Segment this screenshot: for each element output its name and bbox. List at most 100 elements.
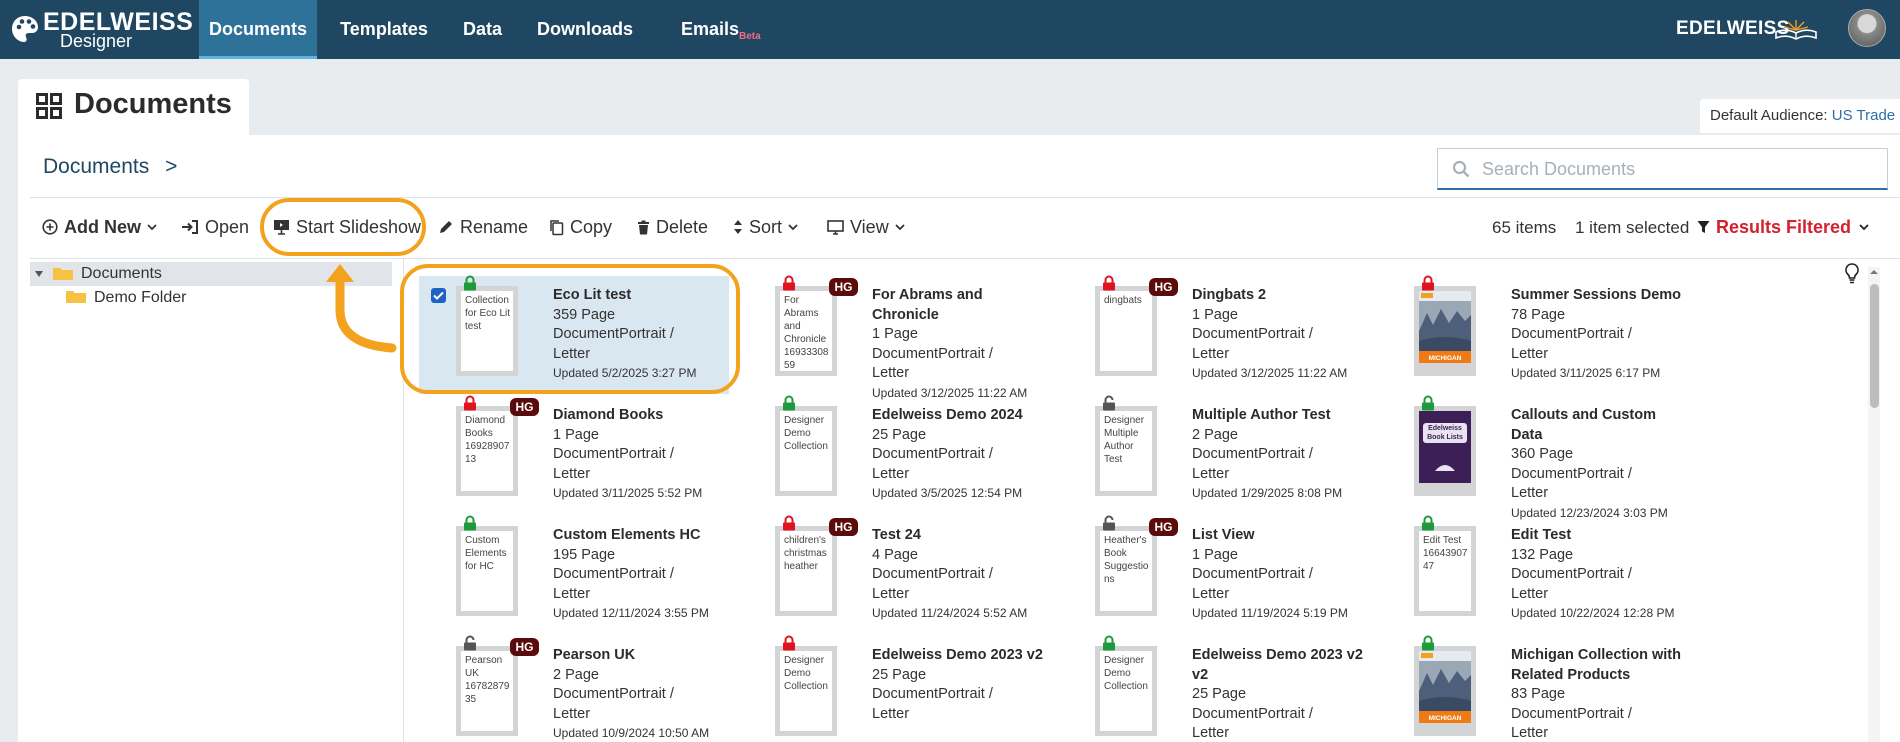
tree-item-demo-folder[interactable]: Demo Folder (30, 286, 330, 310)
lightbulb-icon[interactable] (1842, 262, 1862, 284)
document-size: Letter (1192, 585, 1230, 602)
document-card[interactable]: Custom Elements for HC Custom Elements HC… (419, 515, 729, 634)
document-title[interactable]: Custom Elements HC (553, 526, 733, 546)
user-avatar[interactable] (1848, 9, 1886, 47)
lock-icon (1422, 635, 1434, 651)
document-card[interactable]: Pearson UK 1678287935 HG Pearson UK 2 Page D… (419, 635, 729, 742)
document-thumbnail[interactable]: Custom Elements for HC (456, 526, 518, 616)
document-card[interactable]: Edelweiss Book Lists Callouts and Custom … (1377, 395, 1687, 520)
document-title[interactable]: Test 24 (872, 526, 1052, 546)
document-title[interactable]: List View (1192, 526, 1372, 546)
scroll-up-icon[interactable] (1868, 267, 1880, 277)
lock-icon (464, 395, 476, 411)
document-thumbnail[interactable]: dingbats (1095, 286, 1157, 376)
document-thumbnail[interactable]: Heather's Book Suggestions (1095, 526, 1157, 616)
copy-button[interactable]: Copy (548, 216, 612, 240)
document-thumbnail[interactable]: Edelweiss Book Lists (1414, 406, 1476, 496)
results-filtered-button[interactable]: Results Filtered (1697, 216, 1869, 238)
audience-label: Default Audience: (1710, 107, 1828, 124)
breadcrumb-item-documents[interactable]: Documents (43, 155, 149, 178)
nav-tab-label: Documents (208, 19, 307, 39)
document-card[interactable]: Heather's Book Suggestions HG List View 1 P… (1058, 515, 1368, 634)
document-title[interactable]: Pearson UK (553, 646, 733, 666)
document-thumbnail[interactable]: Designer Multiple Author Test (1095, 406, 1157, 496)
document-card[interactable]: Designer Demo Collection Edelweiss Demo 2… (738, 395, 1048, 514)
add-new-button[interactable]: Add New (42, 216, 157, 240)
document-card[interactable]: Designer Demo Collection Edelweiss Demo 2… (1058, 635, 1368, 742)
audience-link[interactable]: US Trade (1832, 107, 1895, 124)
thumbnail-preview-text: Designer Multiple Author Test (1100, 411, 1152, 491)
document-size: Letter (1192, 345, 1230, 362)
document-card[interactable]: Edit Test 1664390747 Edit Test 132 Page Doc… (1377, 515, 1687, 634)
document-size: Letter (553, 705, 591, 722)
document-info: For Abrams and Chronicle 1 Page DocumentPo… (872, 286, 1052, 404)
document-title[interactable]: Dingbats 2 (1192, 286, 1372, 306)
document-info: Michigan Collection with Related Product… (1511, 646, 1691, 742)
document-title[interactable]: Summer Sessions Demo (1511, 286, 1691, 306)
document-card[interactable]: Diamond Books 1692890713 HG Diamond Books 1… (419, 395, 729, 514)
document-thumbnail[interactable]: Designer Demo Collection (775, 406, 837, 496)
document-thumbnail[interactable]: Edit Test 1664390747 (1414, 526, 1476, 616)
highlight-selected-document (400, 264, 740, 394)
document-title[interactable]: Edelweiss Demo 2023 v2 v2 (1192, 646, 1372, 685)
document-title[interactable]: Edelweiss Demo 2023 v2 (872, 646, 1052, 666)
nav-tab-label-wrap: Emails Beta (681, 19, 761, 42)
document-card[interactable]: children's christmas heather HG Test 24 4 P… (738, 515, 1048, 634)
document-pages: 4 Page (872, 546, 918, 563)
copy-label: Copy (570, 216, 613, 237)
nav-tab-downloads[interactable]: Downloads (530, 0, 640, 59)
document-title[interactable]: Multiple Author Test (1192, 406, 1372, 426)
scrollbar-thumb[interactable] (1870, 284, 1879, 408)
lock-icon (783, 515, 795, 531)
lock-icon (1422, 275, 1434, 291)
view-button[interactable]: View (827, 216, 905, 240)
document-title[interactable]: For Abrams and Chronicle (872, 286, 1052, 325)
document-pages: 132 Page (1511, 546, 1574, 563)
document-title[interactable]: Edit Test (1511, 526, 1691, 546)
app-logo[interactable]: EDELWEISS Designer (10, 8, 193, 52)
nav-tab-templates[interactable]: Templates (330, 0, 438, 59)
delete-button[interactable]: Delete (637, 216, 708, 240)
document-info: Edelweiss Demo 2023 v2 25 Page DocumentPor… (872, 646, 1052, 724)
document-title[interactable]: Michigan Collection with Related Product… (1511, 646, 1691, 685)
document-title[interactable]: Edelweiss Demo 2024 (872, 406, 1052, 426)
document-thumbnail[interactable]: Diamond Books 1692890713 (456, 406, 518, 496)
document-info: Custom Elements HC 195 Page DocumentPortra… (553, 526, 733, 624)
document-info: List View 1 Page DocumentPortrait / Letter U… (1192, 526, 1372, 624)
document-pages: 2 Page (1192, 426, 1238, 443)
rename-button[interactable]: Rename (438, 216, 528, 240)
document-format: DocumentPortrait / (1192, 705, 1313, 722)
document-thumbnail[interactable]: Designer Demo Collection (775, 646, 837, 736)
document-updated: Updated 11/19/2024 5:19 PM (1192, 606, 1348, 621)
nav-tab-emails[interactable]: Emails Beta (660, 0, 761, 59)
highlight-slideshow (260, 198, 426, 256)
document-card[interactable]: For Abrams and Chronicle 1693330859 HG For… (738, 275, 1048, 400)
hg-badge: HG (510, 398, 539, 416)
thumbnail-preview-text: Heather's Book Suggestions (1100, 531, 1152, 611)
thumbnail-preview-text: Custom Elements for HC (461, 531, 513, 611)
nav-tab-data[interactable]: Data (455, 0, 510, 59)
document-thumbnail[interactable]: Designer Demo Collection (1095, 646, 1157, 736)
document-title[interactable]: Callouts and Custom Data (1511, 406, 1691, 445)
document-thumbnail[interactable]: MICHIGAN (1414, 646, 1476, 736)
nav-tab-documents[interactable]: Documents (199, 0, 317, 59)
thumbnail-preview-text: Designer Demo Collection (780, 651, 832, 731)
document-card[interactable]: MICHIGAN Michigan Collection with Related… (1377, 635, 1687, 742)
document-title[interactable]: Diamond Books (553, 406, 733, 426)
document-card[interactable]: Designer Multiple Author Test Multiple Au… (1058, 395, 1368, 514)
search-input[interactable] (1482, 154, 1872, 184)
document-card[interactable]: dingbats HG Dingbats 21 Page DocumentPortra… (1058, 275, 1368, 394)
document-thumbnail[interactable]: children's christmas heather (775, 526, 837, 616)
document-card[interactable]: MICHIGAN Summer Sessions Demo 78 Page Docum… (1377, 275, 1687, 394)
chevron-down-icon (1859, 224, 1869, 231)
document-pages: 25 Page (1192, 686, 1247, 703)
document-thumbnail[interactable]: MICHIGAN (1414, 286, 1476, 376)
pencil-icon (440, 221, 452, 234)
open-button[interactable]: Open (181, 216, 249, 240)
document-thumbnail[interactable]: For Abrams and Chronicle 1693330859 (775, 286, 837, 376)
grid-icon (36, 93, 62, 119)
document-card[interactable]: Designer Demo Collection Edelweiss Demo 2… (738, 635, 1048, 742)
document-thumbnail[interactable]: Pearson UK 1678287935 (456, 646, 518, 736)
sort-button[interactable]: Sort (733, 216, 798, 240)
document-updated: Updated 3/11/2025 6:17 PM (1511, 366, 1661, 381)
